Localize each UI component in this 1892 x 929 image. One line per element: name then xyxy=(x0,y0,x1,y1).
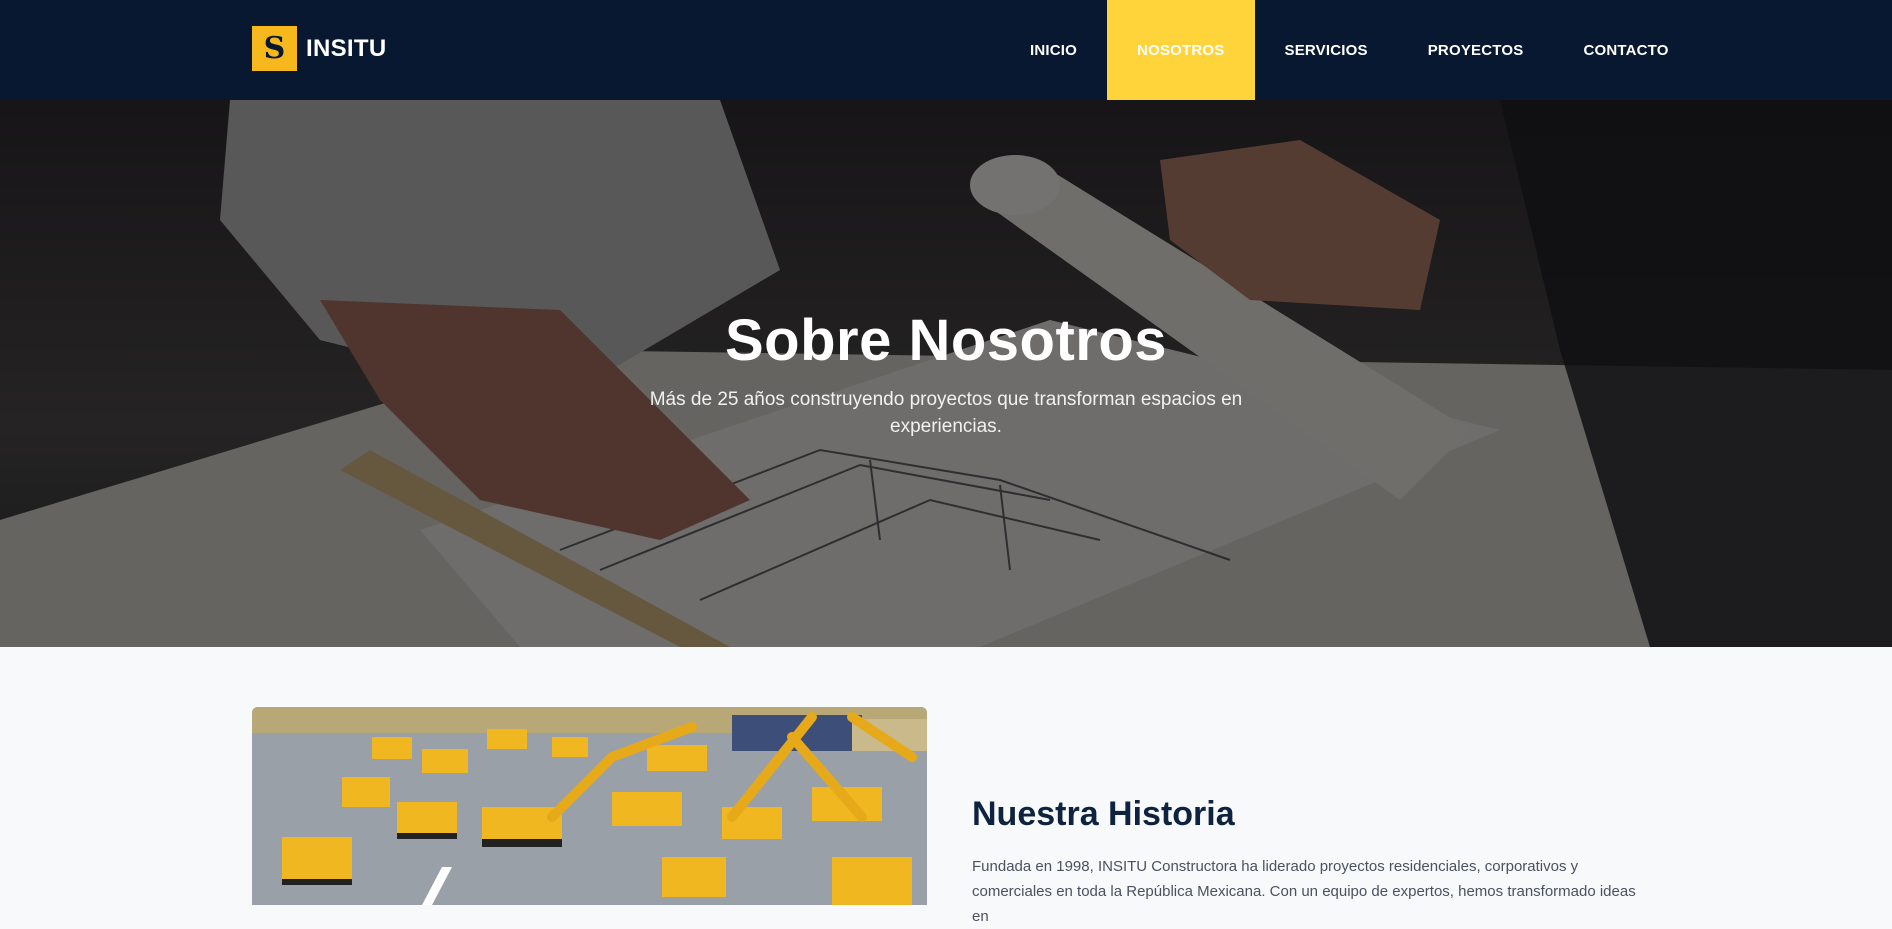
hero-content: Sobre Nosotros Más de 25 años construyen… xyxy=(0,307,1892,440)
nav-item-nosotros[interactable]: NOSOTROS xyxy=(1107,0,1255,100)
history-paragraph: Fundada en 1998, INSITU Constructora ha … xyxy=(972,858,1636,925)
nav-item-servicios[interactable]: SERVICIOS xyxy=(1255,0,1398,100)
brand-logo[interactable]: S INSITU xyxy=(252,26,386,71)
history-text-block: Nuestra Historia Fundada en 1998, INSITU… xyxy=(972,795,1652,929)
nav-item-inicio[interactable]: INICIO xyxy=(1000,0,1107,100)
logo-mark-icon: S xyxy=(252,26,297,71)
history-section: Nuestra Historia Fundada en 1998, INSITU… xyxy=(0,647,1892,925)
top-navbar: S INSITU INICIO NOSOTROS SERVICIOS PROYE… xyxy=(0,0,1892,100)
main-menu: INICIO NOSOTROS SERVICIOS PROYECTOS CONT… xyxy=(1000,0,1699,100)
hero-subtitle: Más de 25 años construyendo proyectos qu… xyxy=(649,389,1243,437)
logo-letter: S xyxy=(263,30,286,66)
hero-section: Sobre Nosotros Más de 25 años construyen… xyxy=(0,100,1892,647)
hero-title: Sobre Nosotros xyxy=(724,308,1168,373)
brand-name: INSITU xyxy=(306,34,387,62)
nav-item-proyectos[interactable]: PROYECTOS xyxy=(1398,0,1554,100)
machinery-illustration xyxy=(252,707,927,905)
nav-item-contacto[interactable]: CONTACTO xyxy=(1553,0,1698,100)
history-title: Nuestra Historia xyxy=(972,795,1235,833)
construction-machinery-image xyxy=(252,707,927,905)
